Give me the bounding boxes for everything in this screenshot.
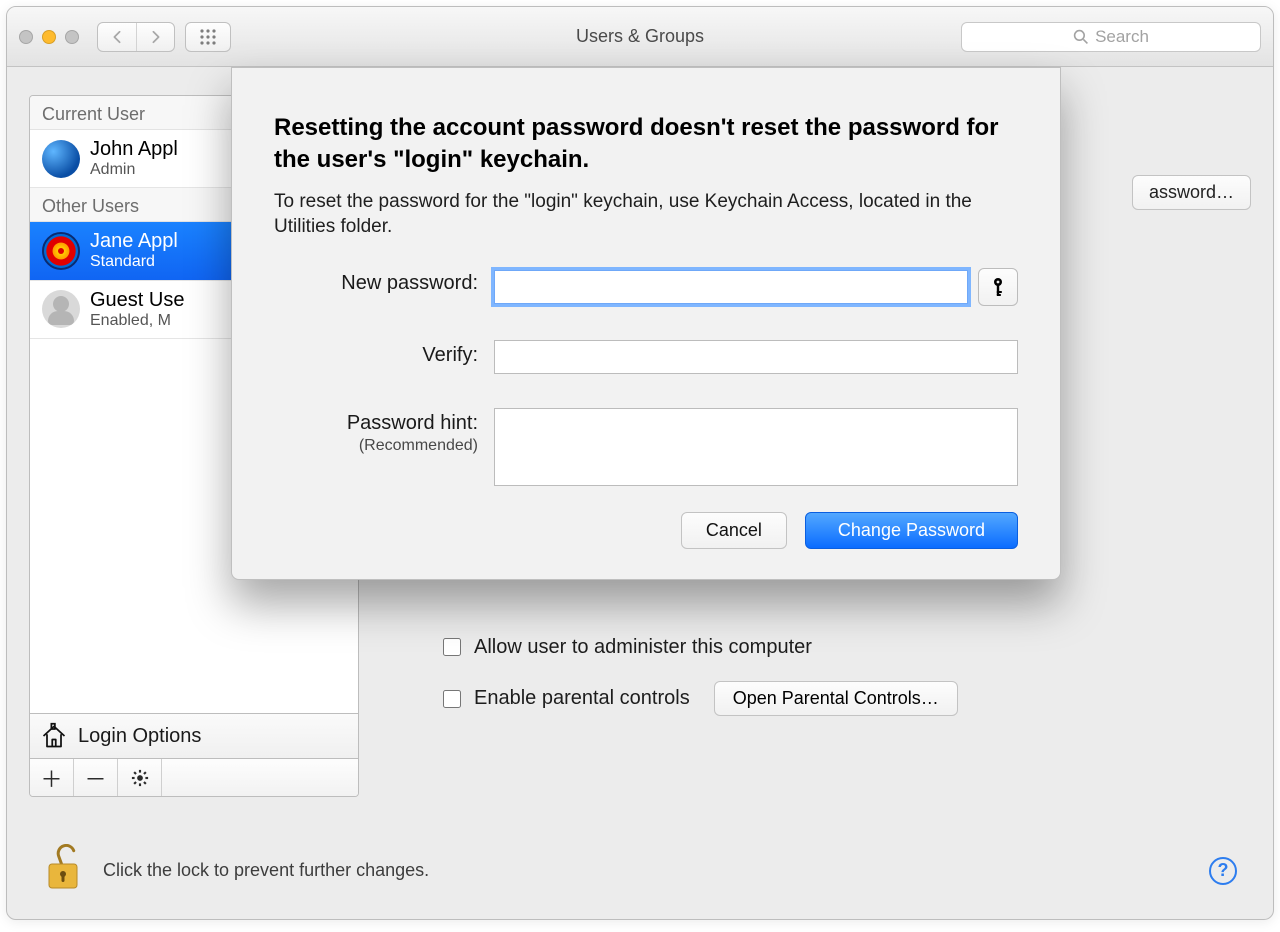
- lock-button[interactable]: [43, 844, 83, 897]
- verify-row: Verify:: [274, 340, 1018, 374]
- home-icon: [40, 722, 68, 750]
- admin-checkbox[interactable]: [443, 638, 461, 656]
- open-parental-controls-button[interactable]: Open Parental Controls…: [714, 681, 958, 716]
- sheet-subtext: To reset the password for the "login" ke…: [274, 189, 1018, 240]
- user-name: Guest Use: [90, 289, 184, 312]
- user-name: Jane Appl: [90, 230, 178, 253]
- unlocked-lock-icon: [43, 844, 83, 892]
- key-icon: [990, 277, 1006, 297]
- avatar: [42, 290, 80, 328]
- verify-password-input[interactable]: [494, 340, 1018, 374]
- show-all-button[interactable]: [185, 22, 231, 52]
- minimize-window-button[interactable]: [42, 30, 56, 44]
- sheet-heading: Resetting the account password doesn't r…: [274, 112, 1018, 177]
- user-options: Allow user to administer this computer E…: [439, 635, 958, 716]
- cancel-button[interactable]: Cancel: [681, 512, 787, 549]
- window-controls: [19, 30, 79, 44]
- admin-checkbox-label: Allow user to administer this computer: [474, 636, 812, 659]
- chevron-right-icon: [149, 30, 163, 44]
- preferences-window: Users & Groups Search Current User John …: [6, 6, 1274, 920]
- login-options-label: Login Options: [78, 725, 201, 748]
- search-field[interactable]: Search: [961, 22, 1261, 52]
- verify-label: Verify:: [274, 340, 494, 367]
- login-options-row[interactable]: Login Options: [30, 713, 358, 758]
- user-role: Admin: [90, 161, 178, 179]
- password-assistant-button[interactable]: [978, 268, 1018, 306]
- parental-checkbox[interactable]: [443, 690, 461, 708]
- hint-row: Password hint: (Recommended): [274, 408, 1018, 486]
- zoom-window-button[interactable]: [65, 30, 79, 44]
- sidebar-footer: ＋ －: [30, 758, 358, 796]
- search-placeholder: Search: [1095, 27, 1149, 47]
- search-icon: [1073, 29, 1089, 45]
- admin-checkbox-row[interactable]: Allow user to administer this computer: [439, 635, 958, 659]
- new-password-label: New password:: [274, 268, 494, 295]
- hint-recommended: (Recommended): [274, 437, 478, 455]
- user-role: Enabled, M: [90, 312, 184, 330]
- hint-label: Password hint:: [347, 412, 478, 434]
- new-password-input[interactable]: [494, 270, 968, 304]
- grid-icon: [199, 28, 217, 46]
- new-password-row: New password:: [274, 268, 1018, 306]
- lock-text: Click the lock to prevent further change…: [103, 860, 429, 881]
- reset-password-button[interactable]: assword…: [1132, 175, 1251, 210]
- user-name: John Appl: [90, 138, 178, 161]
- password-hint-input[interactable]: [494, 408, 1018, 486]
- close-window-button[interactable]: [19, 30, 33, 44]
- reset-password-sheet: Resetting the account password doesn't r…: [231, 67, 1061, 580]
- remove-user-button[interactable]: －: [74, 759, 118, 796]
- nav-back-forward: [97, 22, 175, 52]
- sheet-button-row: Cancel Change Password: [274, 512, 1018, 549]
- back-button[interactable]: [98, 23, 136, 51]
- actions-menu-button[interactable]: [118, 759, 162, 796]
- avatar: [42, 140, 80, 178]
- change-password-button[interactable]: Change Password: [805, 512, 1018, 549]
- help-button[interactable]: ?: [1209, 857, 1237, 885]
- forward-button[interactable]: [136, 23, 174, 51]
- gear-icon: [131, 769, 149, 787]
- avatar: [42, 232, 80, 270]
- add-user-button[interactable]: ＋: [30, 759, 74, 796]
- lock-row: Click the lock to prevent further change…: [43, 844, 1237, 897]
- user-role: Standard: [90, 253, 178, 271]
- parental-checkbox-row[interactable]: Enable parental controls Open Parental C…: [439, 681, 958, 716]
- titlebar: Users & Groups Search: [7, 7, 1273, 67]
- parental-checkbox-label: Enable parental controls: [474, 687, 690, 710]
- chevron-left-icon: [110, 30, 124, 44]
